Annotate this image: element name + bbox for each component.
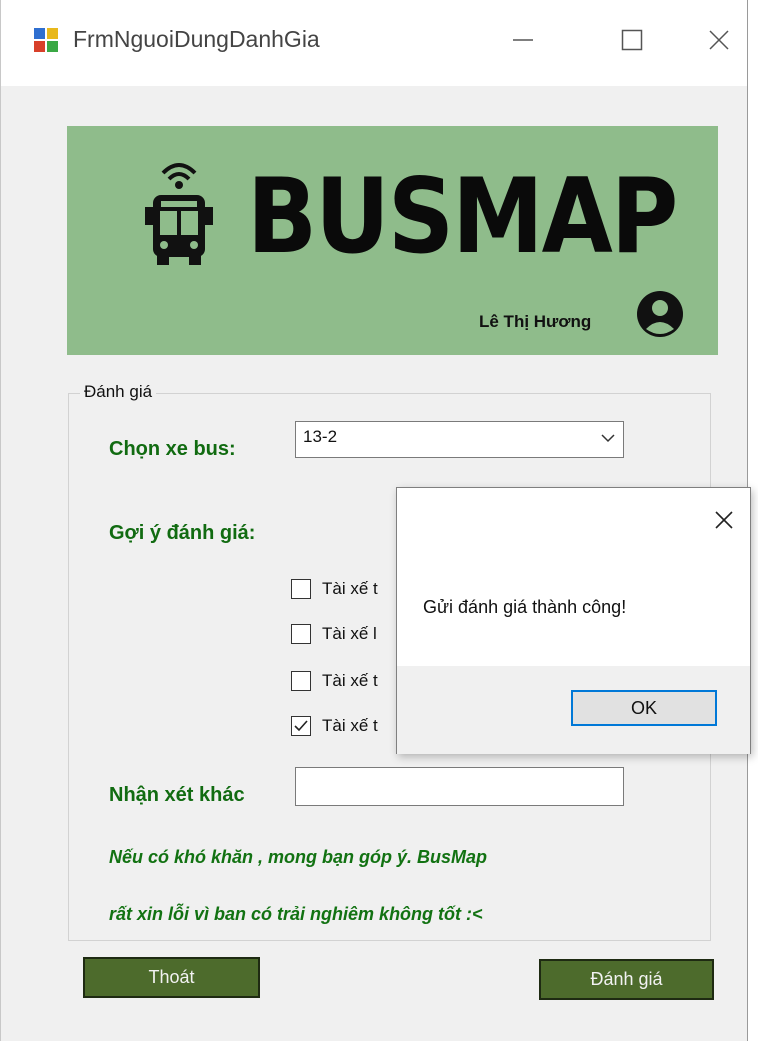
window-title: FrmNguoiDungDanhGia bbox=[73, 26, 320, 52]
bus-wifi-icon bbox=[145, 163, 213, 265]
suggestion-checkbox-4[interactable]: Tài xế t bbox=[291, 712, 378, 740]
suggestion-checkbox-1[interactable]: Tài xế t bbox=[291, 575, 378, 603]
group-title: Đánh giá bbox=[80, 382, 157, 402]
dialog-message: Gửi đánh giá thành công! bbox=[423, 597, 627, 617]
title-bar[interactable]: FrmNguoiDungDanhGia bbox=[1, 0, 747, 86]
ok-button[interactable]: OK bbox=[571, 690, 717, 726]
app-icon bbox=[34, 28, 60, 54]
brand-logo-text: BUSMAP bbox=[247, 157, 678, 277]
close-icon bbox=[715, 511, 733, 529]
choose-bus-label: Chọn xe bus: bbox=[109, 438, 236, 460]
other-comment-input[interactable] bbox=[295, 767, 624, 806]
close-icon bbox=[709, 30, 729, 50]
submit-rating-button[interactable]: Đánh giá bbox=[539, 959, 714, 1000]
checkbox-box[interactable] bbox=[291, 716, 311, 736]
checkbox-box[interactable] bbox=[291, 624, 311, 644]
suggestion-checkbox-2[interactable]: Tài xế l bbox=[291, 620, 377, 648]
maximize-button[interactable] bbox=[604, 14, 660, 66]
checkmark-icon bbox=[294, 720, 308, 732]
suggestion-label: Tài xế t bbox=[322, 671, 378, 690]
minimize-button[interactable] bbox=[495, 14, 551, 66]
chevron-down-icon bbox=[601, 434, 615, 443]
note-line-1: Nếu có khó khăn , mong bạn góp ý. BusMap bbox=[109, 847, 488, 867]
busmap-banner: BUSMAP Lê Thị Hương bbox=[67, 126, 718, 355]
exit-button[interactable]: Thoát bbox=[83, 957, 260, 998]
checkbox-box[interactable] bbox=[291, 579, 311, 599]
other-comment-label: Nhận xét khác bbox=[109, 784, 245, 806]
dialog-footer: OK bbox=[397, 666, 750, 754]
success-message-dialog: Gửi đánh giá thành công! OK bbox=[396, 487, 751, 754]
user-avatar-icon[interactable] bbox=[635, 289, 685, 339]
bus-select-value: 13-2 bbox=[303, 427, 338, 446]
suggestion-label: Tài xế t bbox=[322, 579, 378, 598]
close-button[interactable] bbox=[691, 14, 747, 66]
checkbox-box[interactable] bbox=[291, 671, 311, 691]
dialog-close-button[interactable] bbox=[706, 502, 742, 538]
suggest-label: Gợi ý đánh giá: bbox=[109, 522, 256, 544]
suggestion-label: Tài xế t bbox=[322, 716, 378, 735]
bus-select[interactable]: 13-2 bbox=[295, 421, 624, 458]
suggestion-label: Tài xế l bbox=[322, 624, 377, 643]
note-line-2: rất xin lỗi vì ban có trải nghiêm không … bbox=[109, 904, 483, 924]
user-name: Lê Thị Hương bbox=[479, 312, 592, 331]
suggestion-checkbox-3[interactable]: Tài xế t bbox=[291, 667, 378, 695]
minimize-icon bbox=[513, 39, 533, 41]
maximize-icon bbox=[621, 29, 643, 51]
